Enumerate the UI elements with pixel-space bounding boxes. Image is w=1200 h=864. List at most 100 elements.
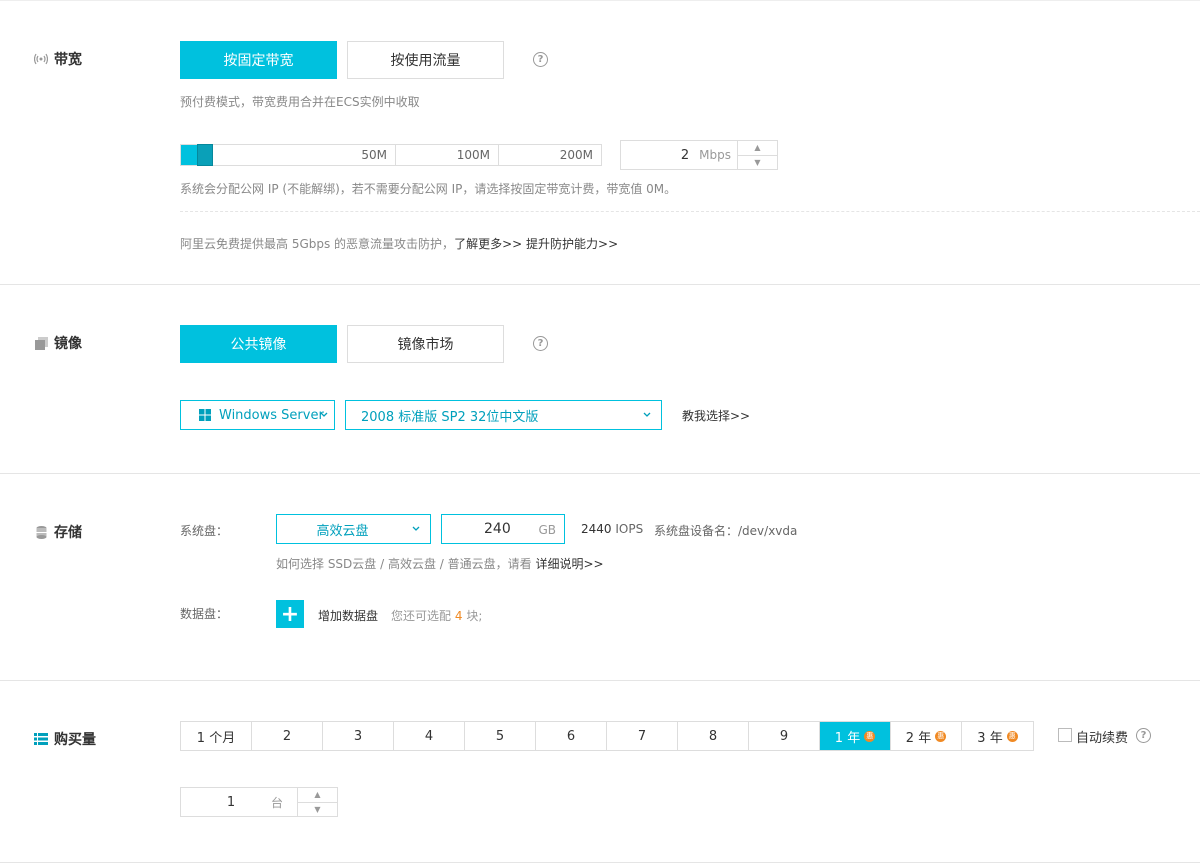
os-select[interactable]: Windows Server — [180, 400, 335, 430]
duration-label: 1 个月 — [196, 730, 236, 746]
disk-size-input[interactable]: 240 GB — [441, 514, 565, 544]
chevron-down-icon — [412, 526, 420, 531]
image-title-text: 镜像 — [54, 336, 82, 352]
tab-image-market[interactable]: 镜像市场 — [347, 325, 504, 363]
decrement-icon[interactable]: ▼ — [298, 801, 337, 817]
detail-link[interactable]: 详细说明>> — [535, 557, 603, 571]
duration-option[interactable]: 1 个月 — [181, 722, 252, 750]
instance-count-value[interactable]: 1 — [181, 788, 271, 816]
version-select-value: 2008 标准版 SP2 32位中文版 — [361, 409, 539, 425]
iops-readout: 2440 IOPS — [581, 522, 643, 536]
divider — [180, 211, 1200, 212]
disk-size-unit: GB — [538, 523, 556, 537]
bandwidth-title: 带宽 — [34, 49, 82, 69]
chevron-down-icon — [320, 412, 328, 417]
upgrade-protection-link[interactable]: 提升防护能力>> — [526, 237, 618, 251]
remaining-suffix: 块; — [466, 609, 483, 623]
duration-label: 8 — [708, 728, 718, 744]
tab-public-image[interactable]: 公共镜像 — [180, 325, 337, 363]
tab-traffic-billing[interactable]: 按使用流量 — [347, 41, 504, 79]
slider-tick-200m[interactable]: 200M — [499, 145, 601, 165]
instance-count-unit: 台 — [270, 795, 283, 810]
duration-option[interactable]: 6 — [536, 722, 607, 750]
discount-badge-icon: 惠 — [1006, 730, 1018, 742]
count-arrows: ▲ ▼ — [297, 788, 337, 816]
device-name: 系统盘设备名：/dev/xvda — [654, 524, 798, 538]
duration-label: 3 — [353, 728, 363, 744]
duration-option[interactable]: 7 — [607, 722, 678, 750]
duration-option[interactable]: 9 — [749, 722, 820, 750]
iops-value: 2440 — [581, 522, 612, 536]
duration-option-selected[interactable]: 1 年惠 — [820, 722, 891, 750]
decrement-icon[interactable]: ▼ — [738, 154, 777, 170]
auto-renew-checkbox[interactable] — [1058, 728, 1072, 742]
version-select[interactable]: 2008 标准版 SP2 32位中文版 — [345, 400, 662, 430]
data-disk-label: 数据盘： — [180, 607, 229, 621]
image-icon — [34, 336, 48, 350]
protection-note: 阿里云免费提供最高 5Gbps 的恶意流量攻击防护，了解更多>> 提升防护能力>… — [180, 235, 618, 252]
os-select-value: Windows Server — [219, 407, 324, 423]
disk-type-select[interactable]: 高效云盘 — [276, 514, 431, 544]
billing-note: 预付费模式，带宽费用合并在ECS实例中收取 — [180, 95, 420, 109]
auto-renew-help-icon[interactable]: ? — [1136, 728, 1151, 743]
discount-badge-icon: 惠 — [935, 730, 947, 742]
add-data-disk-button[interactable]: + — [276, 600, 304, 628]
duration-option[interactable]: 3 年惠 — [962, 722, 1033, 750]
teach-me-link[interactable]: 教我选择>> — [682, 407, 750, 424]
remaining-disks: 您还可选配 4 块; — [391, 607, 482, 624]
tab-fixed-bandwidth[interactable]: 按固定带宽 — [180, 41, 337, 79]
slider-tick-50m[interactable]: 50M — [211, 145, 396, 165]
increment-icon[interactable]: ▲ — [738, 141, 777, 155]
bandwidth-arrows: ▲ ▼ — [737, 141, 777, 169]
duration-label: 4 — [424, 728, 434, 744]
ip-note: 系统会分配公网 IP (不能解绑)，若不需要分配公网 IP，请选择按固定带宽计费… — [180, 182, 677, 196]
list-icon — [34, 732, 48, 746]
windows-icon — [199, 409, 211, 425]
slider-tick-100m[interactable]: 100M — [396, 145, 499, 165]
remaining-prefix: 您还可选配 — [391, 609, 452, 623]
purchase-title-text: 购买量 — [54, 732, 96, 748]
disk-type-value: 高效云盘 — [316, 523, 369, 539]
duration-label: 7 — [637, 728, 647, 744]
auto-renew-label[interactable]: 自动续费 — [1076, 727, 1128, 746]
duration-option[interactable]: 8 — [678, 722, 749, 750]
signal-icon — [34, 52, 48, 66]
duration-option[interactable]: 5 — [465, 722, 536, 750]
learn-more-link[interactable]: 了解更多>> — [454, 237, 522, 251]
duration-option[interactable]: 2 — [252, 722, 323, 750]
bandwidth-help-icon[interactable]: ? — [533, 52, 548, 67]
disk-howto-text: 如何选择 SSD云盘 / 高效云盘 / 普通云盘，请看 — [276, 557, 532, 571]
purchase-section: 购买量 — [0, 680, 1200, 864]
instance-count-stepper[interactable]: 1 台 ▲ ▼ — [180, 787, 338, 817]
discount-badge-icon: 惠 — [864, 730, 876, 742]
duration-selector[interactable]: 1 个月 2 3 4 5 6 7 8 9 1 年惠 2 年惠 3 年惠 — [180, 721, 1034, 751]
duration-label: 2 年 — [905, 730, 932, 746]
bandwidth-value[interactable]: 2 — [621, 141, 699, 169]
database-icon — [34, 525, 48, 539]
duration-option[interactable]: 4 — [394, 722, 465, 750]
image-help-icon[interactable]: ? — [533, 336, 548, 351]
duration-label: 5 — [495, 728, 505, 744]
image-title: 镜像 — [34, 333, 82, 353]
chevron-down-icon — [643, 412, 651, 417]
bandwidth-slider[interactable]: 50M 100M 200M — [180, 144, 602, 166]
bandwidth-stepper[interactable]: 2 Mbps ▲ ▼ — [620, 140, 778, 170]
add-data-disk-label[interactable]: 增加数据盘 — [318, 607, 378, 624]
storage-title-text: 存储 — [54, 525, 82, 541]
protection-text: 阿里云免费提供最高 5Gbps 的恶意流量攻击防护， — [180, 237, 455, 251]
bandwidth-section: 带宽 按固定带宽 按使用流量 ? 预付费模式，带宽费用合并在ECS实例中收取 5… — [0, 0, 1200, 284]
iops-label: IOPS — [615, 522, 644, 536]
duration-label: 6 — [566, 728, 576, 744]
purchase-title: 购买量 — [34, 729, 96, 749]
duration-label: 3 年 — [977, 730, 1003, 746]
disk-size-value[interactable]: 240 — [484, 521, 511, 537]
bottom-divider — [0, 862, 1200, 863]
duration-label: 9 — [779, 728, 789, 744]
increment-icon[interactable]: ▲ — [298, 788, 337, 802]
image-section: 镜像 公共镜像 镜像市场 ? Windows Server 2008 标准版 S… — [0, 284, 1200, 473]
disk-howto-note: 如何选择 SSD云盘 / 高效云盘 / 普通云盘，请看 详细说明>> — [276, 555, 604, 572]
duration-option[interactable]: 3 — [323, 722, 394, 750]
bandwidth-unit: Mbps — [699, 148, 731, 162]
duration-option[interactable]: 2 年惠 — [891, 722, 962, 750]
duration-label: 2 — [282, 728, 292, 744]
